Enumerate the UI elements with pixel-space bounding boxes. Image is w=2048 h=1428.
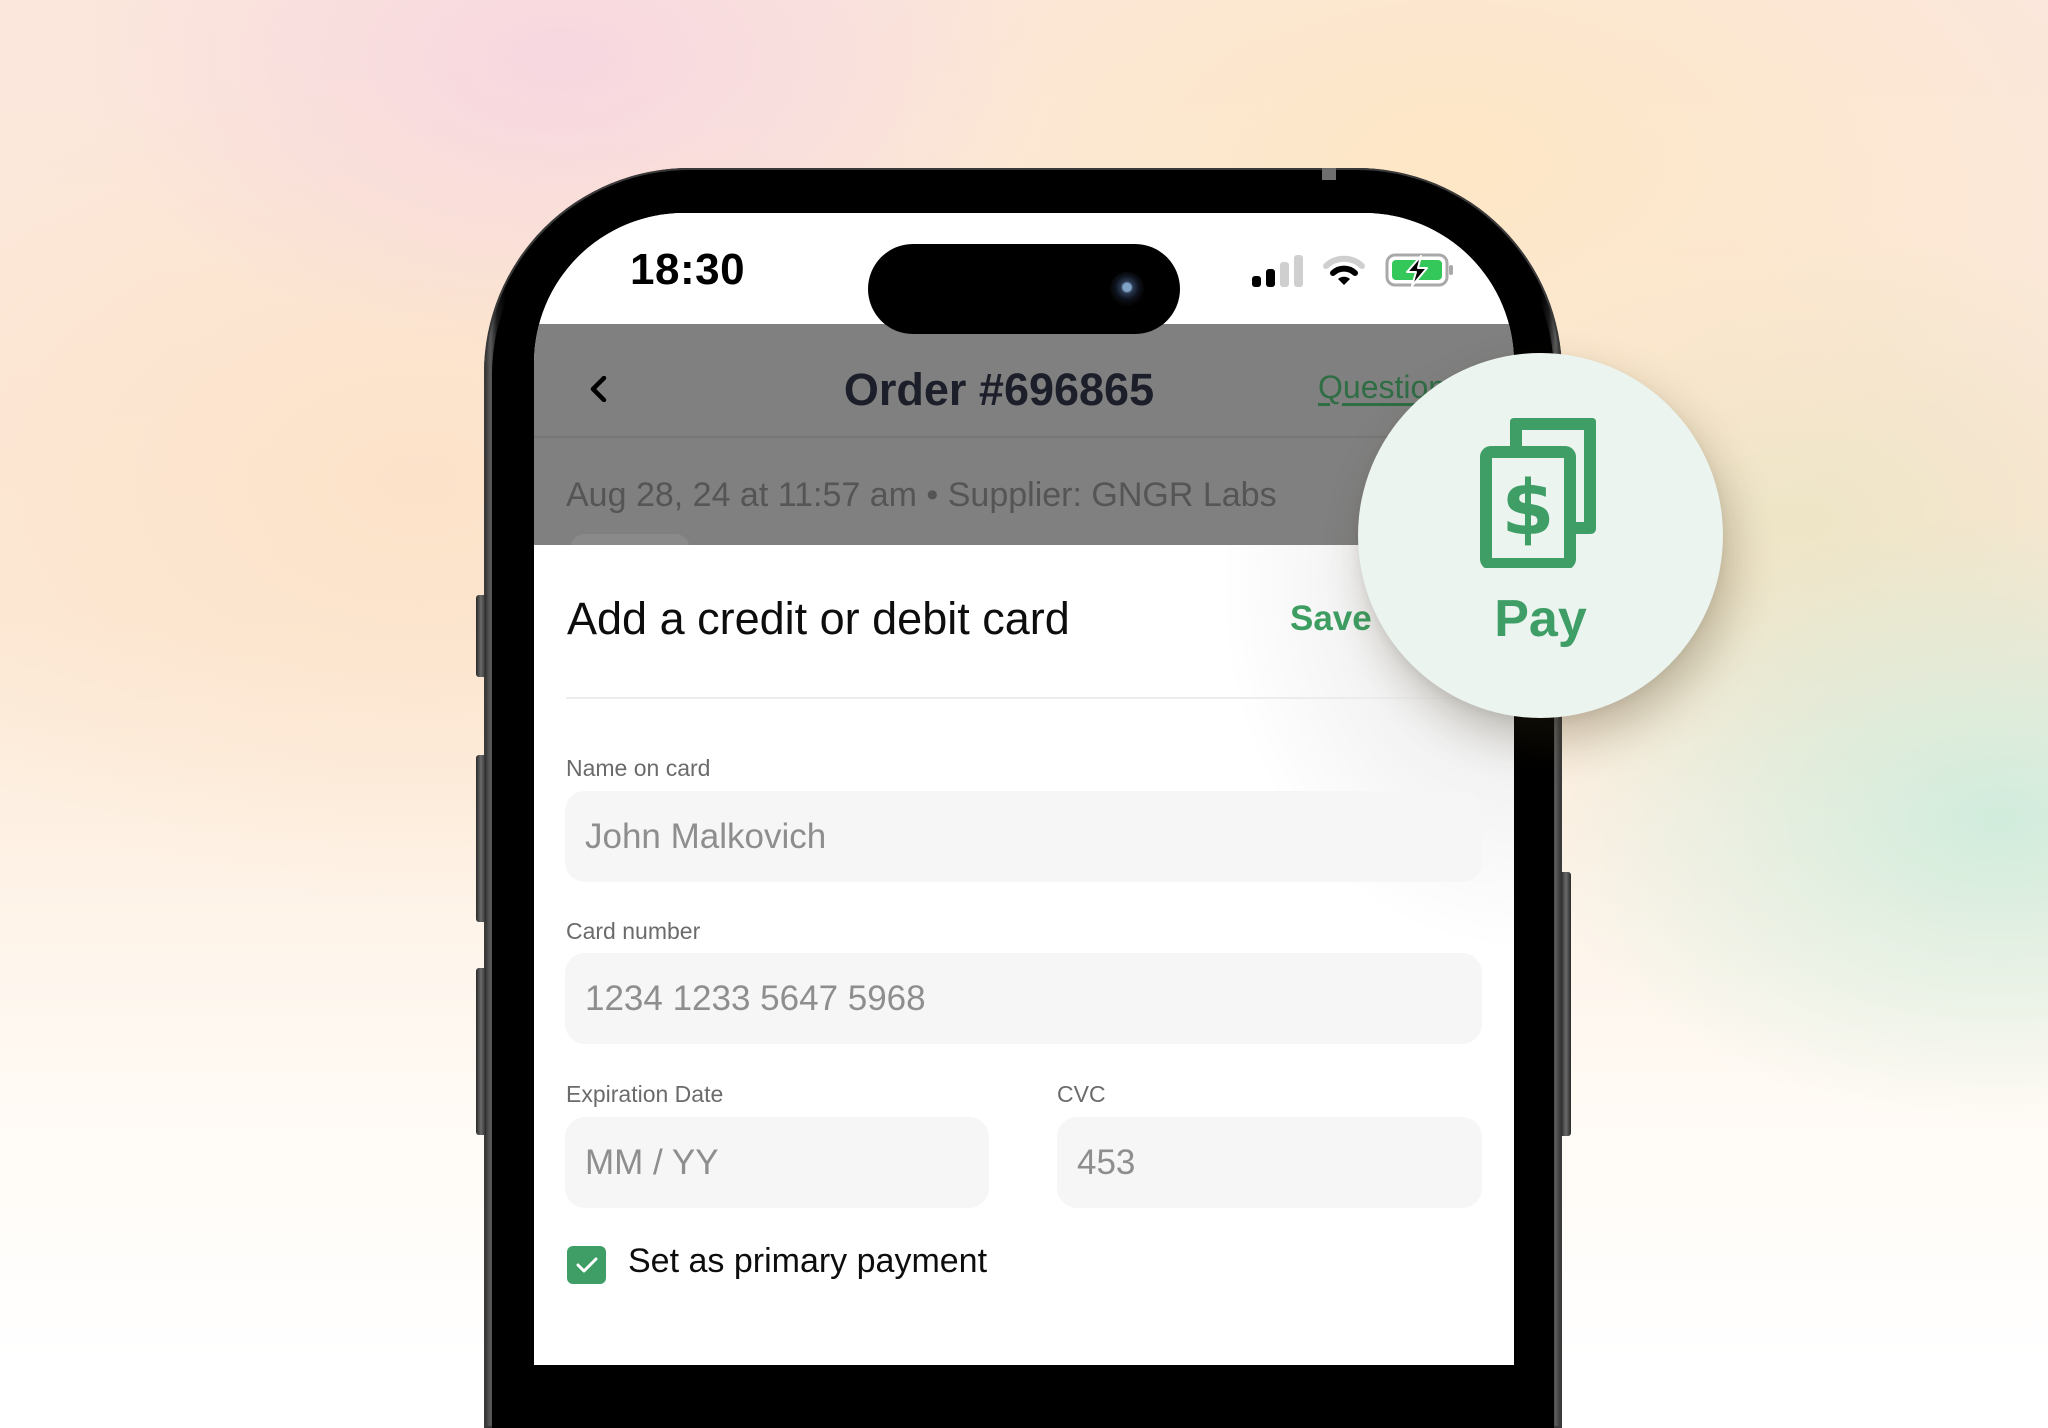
svg-text:$: $ (1502, 463, 1555, 552)
antenna-band (1322, 168, 1336, 180)
cvc-label: CVC (1057, 1081, 1106, 1107)
phone-screen: 18:30 Order #696865 Questions Aug 28, 24… (534, 213, 1514, 1365)
dynamic-island (868, 244, 1180, 334)
volume-up-button (476, 755, 486, 922)
primary-payment-label[interactable]: Set as primary payment (628, 1242, 987, 1281)
sheet-title: Add a credit or debit card (567, 593, 1070, 644)
camera-icon (1110, 272, 1144, 306)
card-number-input[interactable] (565, 953, 1482, 1044)
order-subtitle: Aug 28, 24 at 11:57 am • Supplier: GNGR … (566, 476, 1277, 514)
primary-payment-checkbox[interactable] (567, 1246, 606, 1284)
volume-down-button (476, 968, 486, 1135)
header-divider (534, 436, 1514, 438)
sheet-divider (566, 697, 1482, 699)
pay-badge: $ Pay (1358, 353, 1723, 718)
status-icons (1252, 253, 1455, 287)
battery-charging-icon (1385, 253, 1453, 287)
cvc-input[interactable] (1057, 1117, 1482, 1208)
status-time: 18:30 (630, 245, 746, 294)
expiration-date-input[interactable] (565, 1117, 989, 1208)
wifi-icon (1323, 255, 1365, 285)
card-number-label: Card number (566, 918, 701, 944)
signal-icon (1252, 255, 1303, 287)
action-button (476, 595, 486, 677)
pay-label: Pay (1494, 590, 1587, 648)
checkmark-icon (576, 1257, 597, 1273)
money-bills-icon: $ (1480, 418, 1596, 568)
expiration-date-label: Expiration Date (566, 1081, 724, 1107)
name-on-card-label: Name on card (566, 755, 711, 781)
add-card-sheet: Add a credit or debit card Save Name on … (534, 545, 1514, 1365)
power-button (1561, 872, 1571, 1136)
name-on-card-input[interactable] (565, 791, 1482, 882)
status-bar: 18:30 (534, 213, 1514, 334)
